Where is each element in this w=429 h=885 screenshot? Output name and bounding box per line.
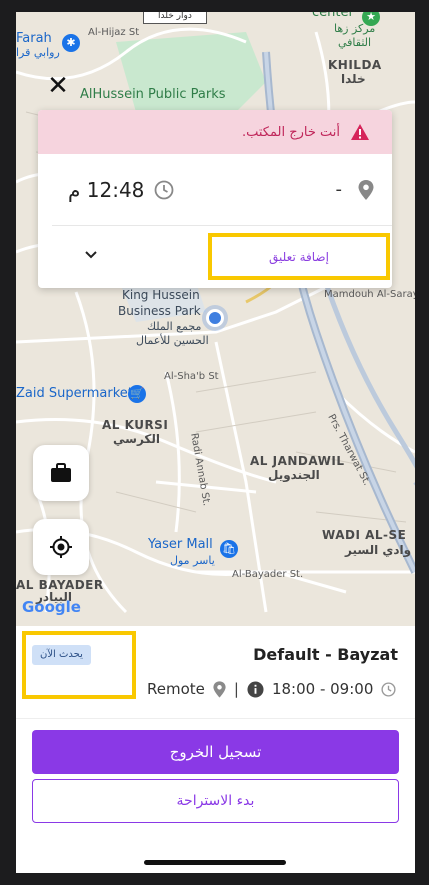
map-label-al-hijaz: Al-Hijaz St [88, 27, 140, 38]
office-button[interactable] [33, 445, 89, 501]
map-label-wadi-ar: وادي السير [345, 543, 412, 557]
map-label-al-kursi: AL KURSI [102, 418, 169, 432]
start-break-button[interactable]: بدء الاستراحة [32, 779, 399, 823]
map-label-farah: Farah [16, 31, 52, 46]
close-button[interactable]: ✕ [44, 72, 72, 100]
briefcase-icon [51, 463, 71, 482]
alert-text: أنت خارج المكتب. [241, 124, 340, 140]
map-label-jandawil: AL JANDAWIL [250, 454, 345, 468]
recenter-button[interactable] [33, 519, 89, 575]
map-label-farah-ar: روابي قرا [16, 46, 60, 59]
cart-poi-icon[interactable]: 🛒 [128, 385, 146, 403]
map-label-khbp2: Business Park [118, 304, 201, 318]
work-type: Remote [147, 680, 205, 698]
phone-screen: دوار خلدا ✱ Farah روابي قرا Al-Hijaz St … [16, 12, 415, 873]
shift-hours: 18:00 - 09:00 [271, 680, 374, 698]
map-label-khilda-ar: خلدا [341, 72, 366, 86]
map-label-center-ar2: الثقافي [338, 36, 372, 49]
shift-details: Remote | 18:00 - 09:00 [147, 680, 396, 698]
location-value: - [335, 179, 343, 200]
check-out-button[interactable]: تسجيل الخروج [32, 730, 399, 774]
clock-icon [154, 180, 174, 199]
map-label-al-shab: Al-Sha'b St [164, 371, 219, 382]
map-label-al-kursi-ar: الكرسي [113, 432, 161, 446]
outside-office-alert: أنت خارج المكتب. [38, 110, 392, 154]
map-label-khbp-ar2: الحسين للأعمال [136, 334, 209, 347]
map-label-wadi: WADI AL-SE [322, 528, 407, 542]
map-sign-top: دوار خلدا [143, 12, 207, 24]
location-pin-icon [213, 680, 226, 698]
map-label-al-bayader-st: Al-Bayader St. [232, 569, 304, 580]
map-label-jandawil-ar: الجندويل [268, 468, 320, 482]
current-location-dot [206, 309, 224, 327]
location-pin-icon [358, 179, 374, 200]
attendance-card: أنت خارج المكتب. 12:48 م - إضافة تعليق [38, 110, 392, 288]
warning-icon [351, 124, 369, 140]
map-label-mamdouh: Mamdouh Al-Saraym [324, 289, 415, 300]
comment-row: إضافة تعليق [38, 226, 392, 286]
time-location-row: 12:48 م - [52, 154, 392, 226]
farah-poi-icon[interactable]: ✱ [62, 34, 80, 52]
home-indicator[interactable] [144, 860, 286, 865]
map-view[interactable]: دوار خلدا ✱ Farah روابي قرا Al-Hijaz St … [16, 12, 415, 626]
mall-poi-icon[interactable]: 🛍 [220, 540, 238, 558]
map-label-khbp-ar1: مجمع الملك [147, 320, 202, 333]
close-icon: ✕ [47, 71, 69, 101]
map-label-zaid: Zaid Supermarket [16, 386, 133, 401]
shift-title: Default - Bayzat [253, 645, 398, 664]
map-label-park: AlHussein Public Parks [80, 87, 226, 102]
map-label-yaser: Yaser Mall [148, 537, 213, 552]
map-label-center: center [312, 12, 354, 20]
check-time-value: 12:48 م [68, 177, 145, 202]
map-label-center-ar1: مركز زها [334, 22, 376, 35]
google-logo: Google [22, 598, 81, 616]
separator: | [233, 680, 239, 698]
clock-icon [381, 681, 396, 697]
highlight-box [22, 631, 136, 699]
shift-sheet: يحدث الآن Default - Bayzat Remote | 18:0… [16, 626, 415, 873]
add-comment-button[interactable]: إضافة تعليق [208, 233, 390, 280]
map-label-khbp1: King Hussein [122, 288, 200, 302]
divider [16, 718, 415, 719]
chevron-down-icon[interactable] [82, 246, 100, 264]
status-badge: يحدث الآن [32, 645, 91, 665]
info-icon[interactable] [247, 680, 264, 698]
crosshair-icon [50, 536, 72, 558]
map-label-yaser-ar: ياسر مول [170, 554, 215, 567]
map-label-khilda: KHILDA [328, 58, 382, 72]
